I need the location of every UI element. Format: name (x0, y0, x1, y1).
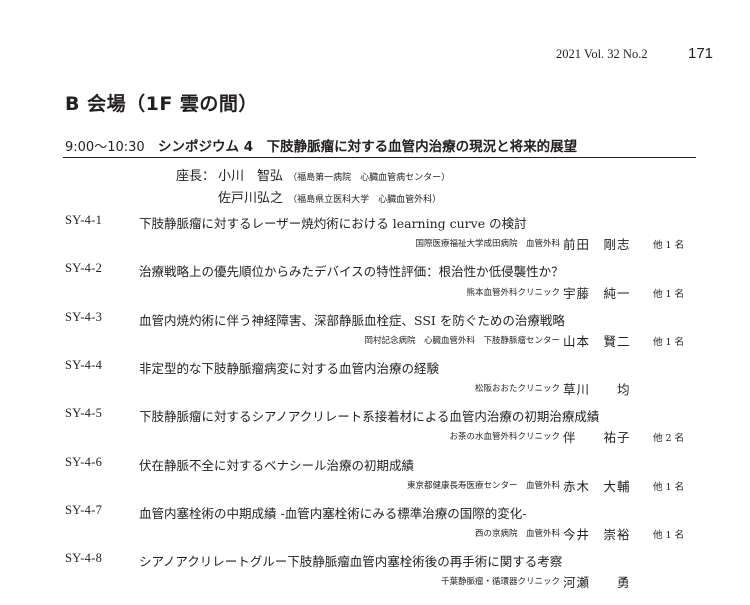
presentation-affiliation: 岡村記念病院 心臓血管外科 下肢静脈瘤センター (364, 336, 560, 346)
presenter-name: 今井 崇裕 (563, 527, 631, 542)
presentation-affiliation: 熊本血管外科クリニック (466, 288, 560, 298)
coauthor-count: 他 1 名 (653, 530, 685, 541)
coauthor-count: 他 1 名 (653, 482, 685, 493)
presenter-name: 伴 祐子 (563, 430, 631, 445)
coauthor-count: 他 1 名 (653, 240, 685, 251)
presentation-id: SY-4-1 (65, 213, 103, 227)
chair-entry: 小川 智弘 （福島第一病院 心臓血管病センター） (218, 165, 450, 184)
chair-affiliation: （福島第一病院 心臓血管病センター） (288, 173, 451, 183)
presentation-title: 血管内焼灼術に伴う神経障害、深部静脈血栓症、SSI を防ぐための治療戦略 (139, 313, 565, 328)
presentation-title: 伏在静脈不全に対するベナシール治療の初期成績 (139, 458, 415, 473)
presenter-name: 前田 剛志 (563, 237, 631, 252)
presentation-id: SY-4-2 (65, 261, 103, 275)
presentation-affiliation: 松阪おおたクリニック (474, 384, 560, 394)
presentation-affiliation: 東京都健康長寿医療センター 血管外科 (406, 481, 560, 491)
presenter-name: 草川 均 (563, 382, 631, 397)
page: { "header": { "journal": "2021 Vol. 32 N… (0, 0, 750, 605)
page-number: 171 (688, 45, 714, 62)
chair-affiliation: （福島県立医科大学 心臓血管外科） (288, 195, 442, 205)
presentation-id: SY-4-8 (65, 551, 103, 565)
journal-issue: 2021 Vol. 32 No.2 (556, 47, 648, 61)
presenter-name: 河瀬 勇 (563, 575, 631, 590)
presentation-affiliation: 国際医療福祉大学成田病院 血管外科 (415, 239, 560, 249)
presentation-title: 下肢静脈瘤に対するシアノアクリレート系接着材による血管内治療の初期治療成績 (139, 409, 600, 424)
chair-name: 佐戸川弘之 (218, 191, 284, 206)
presentation-id: SY-4-6 (65, 455, 103, 469)
room-title: B 会場（1F 雲の間） (65, 93, 258, 115)
session-divider (63, 157, 696, 158)
presentation-id: SY-4-5 (65, 406, 103, 420)
coauthor-count: 他 1 名 (653, 337, 685, 348)
presentation-title: 非定型的な下肢静脈瘤病変に対する血管内治療の経験 (139, 361, 440, 376)
presentation-title: 下肢静脈瘤に対するレーザー焼灼術における learning curve の検討 (139, 216, 527, 231)
coauthor-count: 他 1 名 (653, 289, 685, 300)
chair-name: 小川 智弘 (218, 169, 284, 184)
chair-label: 座長： (176, 169, 216, 184)
presentation-title: 治療戦略上の優先順位からみたデバイスの特性評価：根治性か低侵襲性か？ (139, 264, 564, 279)
chair-entry: 佐戸川弘之 （福島県立医科大学 心臓血管外科） (218, 187, 441, 206)
coauthor-count: 他 2 名 (653, 433, 685, 444)
presenter-name: 赤木 大輔 (563, 479, 631, 494)
presentation-id: SY-4-4 (65, 358, 103, 372)
presentation-affiliation: お茶の水血管外科クリニック (449, 432, 560, 442)
session-title: シンポジウム 4 下肢静脈瘤に対する血管内治療の現況と将来的展望 (158, 139, 578, 155)
presentation-id: SY-4-3 (65, 310, 103, 324)
presentation-id: SY-4-7 (65, 503, 103, 517)
presenter-name: 宇藤 純一 (563, 286, 631, 301)
presentation-affiliation: 西の京病院 血管外科 (474, 529, 560, 539)
session-time: 9:00〜10:30 (65, 140, 145, 155)
presentation-title: 血管内塞栓術の中期成績 -血管内塞栓術にみる標準治療の国際的変化- (139, 506, 527, 521)
presenter-name: 山本 賢二 (563, 334, 631, 349)
presentation-title: シアノアクリレートグルー下肢静脈瘤血管内塞栓術後の再手術に関する考察 (139, 554, 563, 569)
presentation-affiliation: 千葉静脈瘤・循環器クリニック (440, 577, 560, 587)
